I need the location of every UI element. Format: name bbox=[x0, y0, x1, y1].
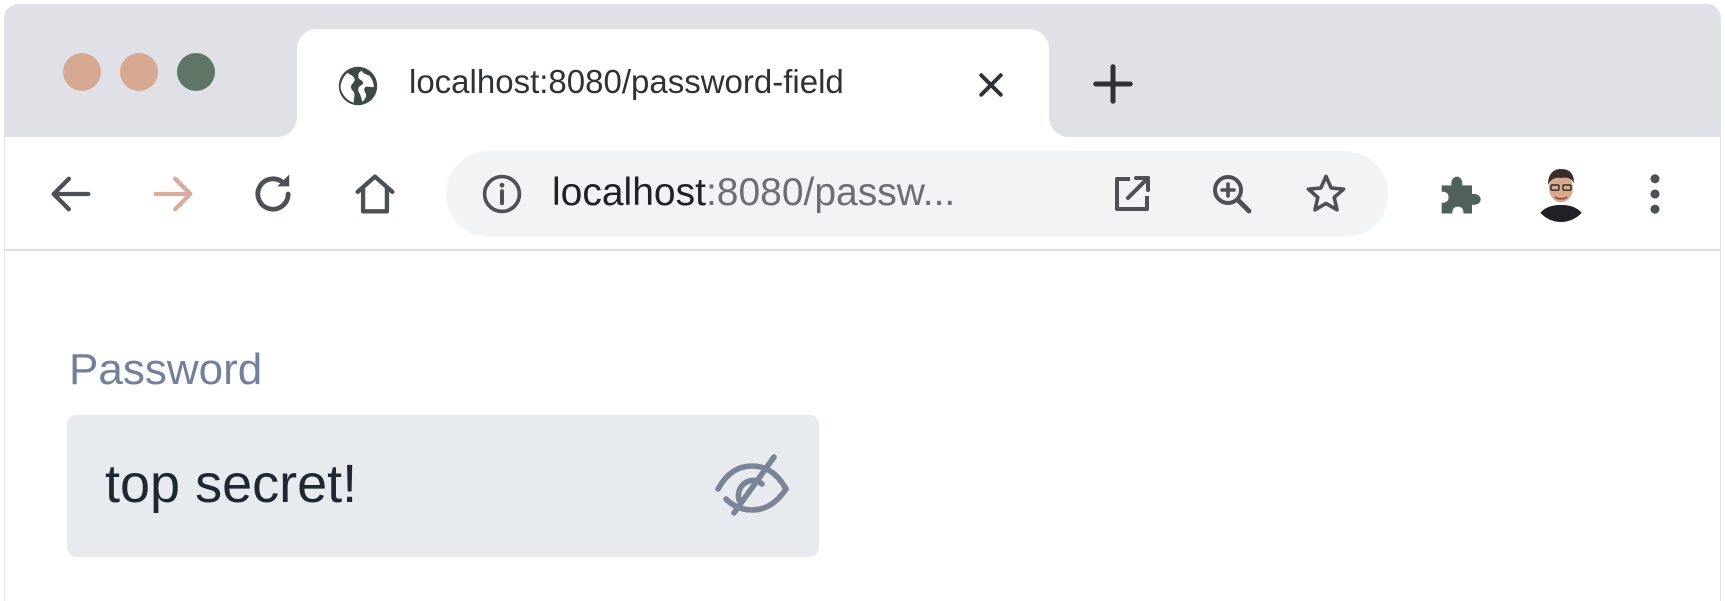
star-icon[interactable] bbox=[1302, 170, 1350, 218]
globe-icon bbox=[338, 66, 378, 106]
eye-slash-icon[interactable] bbox=[711, 447, 793, 527]
browser-window: localhost:8080/password-field localhost:… bbox=[4, 4, 1721, 601]
zoom-in-icon[interactable] bbox=[1208, 170, 1256, 218]
arrow-left-icon[interactable] bbox=[45, 168, 97, 220]
tab-title: localhost:8080/password-field bbox=[409, 63, 844, 100]
home-icon[interactable] bbox=[349, 168, 401, 220]
password-label: Password bbox=[69, 345, 263, 394]
url-text[interactable]: localhost:8080/passw... bbox=[552, 171, 955, 215]
more-vertical-icon[interactable] bbox=[1629, 168, 1681, 220]
url-path: :8080/passw... bbox=[705, 171, 956, 214]
reload-icon[interactable] bbox=[247, 168, 299, 220]
address-bar[interactable]: localhost:8080/passw... bbox=[446, 151, 1388, 237]
page-content: Password top secret! bbox=[5, 251, 1720, 601]
info-icon[interactable] bbox=[480, 172, 524, 216]
close-icon[interactable] bbox=[973, 67, 1009, 103]
arrow-right-icon[interactable] bbox=[147, 168, 199, 220]
password-value[interactable]: top secret! bbox=[105, 453, 357, 515]
browser-tab[interactable]: localhost:8080/password-field bbox=[297, 29, 1049, 137]
url-host: localhost bbox=[552, 171, 706, 214]
avatar[interactable] bbox=[1531, 161, 1591, 227]
window-close-button[interactable] bbox=[63, 53, 101, 91]
open-external-icon[interactable] bbox=[1108, 170, 1156, 218]
window-maximize-button[interactable] bbox=[177, 53, 215, 91]
password-field[interactable]: top secret! bbox=[67, 415, 819, 557]
title-bar: localhost:8080/password-field bbox=[5, 5, 1720, 137]
plus-icon[interactable] bbox=[1090, 61, 1136, 107]
window-minimize-button[interactable] bbox=[120, 53, 158, 91]
puzzle-icon[interactable] bbox=[1433, 168, 1485, 220]
browser-toolbar: localhost:8080/passw... bbox=[5, 137, 1720, 251]
